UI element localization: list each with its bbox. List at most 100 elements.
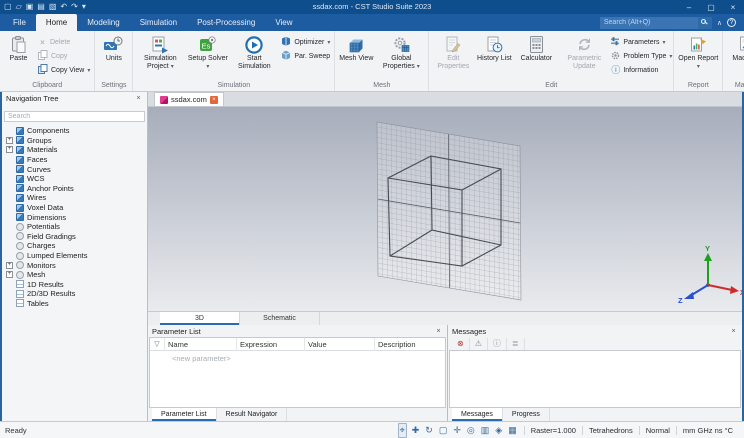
units-button[interactable]: Units bbox=[97, 33, 130, 81]
global-properties-button[interactable]: Global Properties ▾ bbox=[376, 33, 426, 81]
search-input[interactable] bbox=[599, 16, 698, 29]
close-icon[interactable]: × bbox=[434, 328, 443, 335]
tree-item-components[interactable]: +Components bbox=[2, 126, 147, 136]
document-tab[interactable]: ssdax.com × bbox=[154, 92, 224, 106]
panel-tab-progress[interactable]: Progress bbox=[503, 408, 550, 421]
tab-simulation[interactable]: Simulation bbox=[130, 14, 187, 31]
tab-home[interactable]: Home bbox=[35, 14, 78, 31]
search-button[interactable] bbox=[697, 16, 712, 29]
tree-item-lumped-elements[interactable]: +Lumped Elements bbox=[2, 251, 147, 261]
close-icon[interactable]: × bbox=[729, 328, 738, 335]
status-ready: Ready bbox=[5, 425, 27, 435]
tree-item-curves[interactable]: +Curves bbox=[2, 164, 147, 174]
maximize-button[interactable]: ▢ bbox=[700, 0, 722, 14]
tab-view[interactable]: View bbox=[265, 14, 302, 31]
panel-tab-parameter-list[interactable]: Parameter List bbox=[152, 408, 217, 421]
open-report-button[interactable]: Open Report ▾ bbox=[676, 33, 720, 81]
column-header-name[interactable]: Name bbox=[164, 338, 236, 351]
expand-icon[interactable]: + bbox=[6, 146, 13, 154]
tree-item-wcs[interactable]: +WCS bbox=[2, 174, 147, 184]
move-icon[interactable]: ✚ bbox=[411, 424, 421, 437]
view-tab-schematic[interactable]: Schematic bbox=[240, 312, 320, 325]
view-cube-icon[interactable]: ◈ bbox=[494, 424, 503, 437]
tab-post-processing[interactable]: Post-Processing bbox=[187, 14, 265, 31]
tree-item-wires[interactable]: +Wires bbox=[2, 193, 147, 203]
copy-icon[interactable]: ▤ bbox=[37, 0, 45, 14]
save-icon[interactable]: ▣ bbox=[26, 0, 34, 14]
paste-button[interactable]: Paste bbox=[2, 33, 35, 81]
panel-tab-messages[interactable]: Messages bbox=[452, 408, 503, 421]
parameters-button[interactable]: Parameters ▾ bbox=[609, 36, 671, 48]
setup-solver-button[interactable]: Es Setup Solver ▾ bbox=[186, 33, 229, 81]
optimizer-button[interactable]: Optimizer ▾ bbox=[279, 36, 332, 48]
tree-item-field-gradings[interactable]: +Field Gradings bbox=[2, 232, 147, 242]
tree-item-charges[interactable]: +Charges bbox=[2, 241, 147, 251]
tree-item-dimensions[interactable]: +Dimensions bbox=[2, 212, 147, 222]
par-sweep-button[interactable]: Par. Sweep bbox=[279, 50, 332, 62]
split-view-icon[interactable]: ▥ bbox=[480, 424, 491, 437]
pan-icon[interactable]: ✛ bbox=[452, 424, 462, 437]
tree-item-materials[interactable]: + Materials bbox=[2, 145, 147, 155]
tree-item-potentials[interactable]: +Potentials bbox=[2, 222, 147, 232]
tree-item-2d-3d-results[interactable]: +2D/3D Results bbox=[2, 289, 147, 299]
zoom-icon[interactable]: ◎ bbox=[466, 424, 476, 437]
error-filter-icon[interactable]: ⊗ bbox=[452, 337, 470, 350]
parametric-update-button[interactable]: Parametric Update bbox=[560, 33, 608, 81]
start-simulation-button[interactable]: Start Simulation bbox=[230, 33, 278, 81]
column-header-value[interactable]: Value bbox=[304, 338, 374, 351]
minimize-button[interactable]: – bbox=[678, 0, 700, 14]
copy-view-button[interactable]: Copy View ▾ bbox=[36, 64, 92, 76]
tree-item-faces[interactable]: +Faces bbox=[2, 155, 147, 165]
viewport-3d[interactable]: Y X Z bbox=[148, 107, 742, 311]
more-icon[interactable]: ▾ bbox=[82, 0, 86, 14]
help-icon[interactable]: ? bbox=[727, 18, 736, 27]
raster-icon[interactable]: ▦ bbox=[507, 424, 518, 437]
filter-icon[interactable]: ▽ bbox=[150, 340, 164, 348]
tree-item-1d-results[interactable]: +1D Results bbox=[2, 280, 147, 290]
view-tab-3d[interactable]: 3D bbox=[160, 312, 240, 325]
history-list-button[interactable]: History List bbox=[476, 33, 512, 81]
tree-item-voxel-data[interactable]: +Voxel Data bbox=[2, 203, 147, 213]
tree-item-mesh[interactable]: + Mesh bbox=[2, 270, 147, 280]
new-file-icon[interactable]: ▢ bbox=[4, 0, 12, 14]
rotate-icon[interactable]: ↻ bbox=[424, 424, 434, 437]
export-icon[interactable]: ▧ bbox=[49, 0, 57, 14]
tab-modeling[interactable]: Modeling bbox=[77, 14, 129, 31]
expand-icon[interactable]: + bbox=[6, 136, 13, 144]
details-icon[interactable]: ≣ bbox=[507, 337, 525, 350]
close-document-icon[interactable]: × bbox=[209, 95, 218, 104]
tab-file[interactable]: File bbox=[3, 14, 36, 31]
delete-button[interactable]: × Delete bbox=[36, 36, 92, 48]
panel-tab-result-navigator[interactable]: Result Navigator bbox=[217, 408, 288, 421]
calculator-button[interactable]: Calculator bbox=[513, 33, 559, 81]
column-header-description[interactable]: Description bbox=[374, 338, 416, 351]
tree-search-input[interactable] bbox=[4, 111, 145, 122]
undo-icon[interactable]: ↶ bbox=[60, 0, 67, 14]
tree-item-monitors[interactable]: + Monitors bbox=[2, 260, 147, 270]
collapse-ribbon-icon[interactable]: ∧ bbox=[717, 19, 722, 27]
information-button[interactable]: ⓘ Information bbox=[609, 64, 671, 76]
mesh-view-button[interactable]: Mesh View bbox=[337, 33, 375, 81]
redo-icon[interactable]: ↷ bbox=[71, 0, 78, 14]
simulation-project-button[interactable]: Simulation Project ▾ bbox=[135, 33, 185, 81]
new-parameter-row[interactable]: <new parameter> bbox=[150, 351, 445, 363]
zoom-window-icon[interactable]: ▢ bbox=[438, 424, 449, 437]
expand-icon[interactable]: + bbox=[6, 271, 13, 279]
fit-view-icon[interactable]: ⌖ bbox=[397, 422, 407, 438]
tree-item-anchor-points[interactable]: +Anchor Points bbox=[2, 184, 147, 194]
open-icon[interactable]: ▱ bbox=[16, 0, 22, 14]
problem-type-icon bbox=[611, 51, 620, 62]
column-header-expression[interactable]: Expression bbox=[236, 338, 304, 351]
expand-icon[interactable]: + bbox=[6, 261, 13, 269]
tree-item-tables[interactable]: +Tables bbox=[2, 299, 147, 309]
close-icon[interactable]: × bbox=[134, 95, 143, 102]
problem-type-button[interactable]: Problem Type ▾ bbox=[609, 50, 672, 62]
warning-filter-icon[interactable]: ⚠ bbox=[470, 337, 488, 350]
macros-button[interactable]: Macros ▾ bbox=[725, 33, 744, 81]
close-button[interactable]: × bbox=[722, 0, 744, 14]
tree-item-groups[interactable]: + Groups bbox=[2, 136, 147, 146]
units-icon bbox=[104, 35, 123, 54]
copy-button[interactable]: Copy bbox=[36, 50, 92, 62]
edit-properties-button[interactable]: Edit Properties bbox=[431, 33, 475, 81]
info-filter-icon[interactable]: ⓘ bbox=[488, 337, 507, 350]
